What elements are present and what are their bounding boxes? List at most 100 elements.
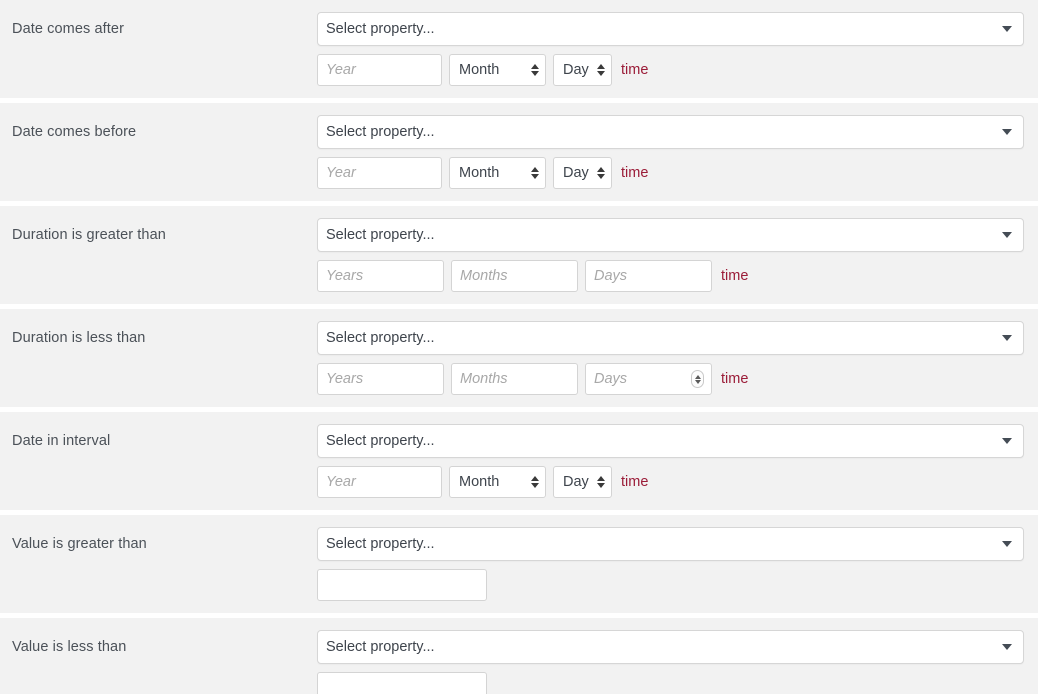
property-select-value-is-greater-than[interactable]: Select property... (317, 527, 1024, 561)
month-select-date-comes-after[interactable]: Month (449, 54, 546, 86)
months-input-duration-is-less-than[interactable]: Months (451, 363, 578, 395)
day-select-date-in-interval[interactable]: Day (553, 466, 612, 498)
number-stepper-icon[interactable] (691, 370, 704, 388)
rule-fields-date-comes-after: Year Month Day time (317, 54, 1038, 86)
rule-label-value-is-less-than: Value is less than (12, 639, 127, 655)
rule-label-duration-is-less-than: Duration is less than (12, 330, 146, 346)
caret-down-icon (597, 174, 605, 179)
property-select-duration-is-greater-than[interactable]: Select property... (317, 218, 1024, 252)
spinner-arrows-icon (531, 64, 539, 76)
rule-fields-date-in-interval: Year Month Day time (317, 466, 1038, 498)
chevron-down-icon (1002, 438, 1012, 444)
rule-controls-date-comes-before: Select property... Year Month Day time (317, 103, 1038, 201)
months-input-duration-is-greater-than[interactable]: Months (451, 260, 578, 292)
filter-rule-row-date-comes-after: Date comes after Select property... Year Mo… (0, 0, 1038, 98)
property-select-placeholder: Select property... (326, 639, 435, 655)
day-select-date-comes-before[interactable]: Day (553, 157, 612, 189)
property-select-placeholder: Select property... (326, 227, 435, 243)
rule-fields-date-comes-before: Year Month Day time (317, 157, 1038, 189)
caret-up-icon (597, 64, 605, 69)
property-select-date-in-interval[interactable]: Select property... (317, 424, 1024, 458)
month-select-date-in-interval[interactable]: Month (449, 466, 546, 498)
spinner-arrows-icon (531, 476, 539, 488)
stepper-up-icon (694, 374, 701, 379)
years-input-placeholder: Years (326, 371, 364, 387)
years-input-placeholder: Years (326, 268, 364, 284)
year-input-date-comes-after[interactable]: Year (317, 54, 442, 86)
month-select-value: Month (459, 165, 500, 181)
time-toggle-link-date-in-interval[interactable]: time (621, 473, 648, 491)
days-input-placeholder: Days (594, 371, 628, 387)
days-input-duration-is-greater-than[interactable]: Days (585, 260, 712, 292)
month-select-value: Month (459, 474, 500, 490)
day-select-value: Day (563, 62, 589, 78)
rule-fields-duration-is-greater-than: Years Months Days time (317, 260, 1038, 292)
rule-controls-duration-is-less-than: Select property... Years Months Days time (317, 309, 1038, 407)
value-input-value-is-greater-than[interactable] (317, 569, 487, 601)
property-select-value-is-less-than[interactable]: Select property... (317, 630, 1024, 664)
rule-label-date-comes-before: Date comes before (12, 124, 137, 140)
filter-rule-row-duration-is-less-than: Duration is less than Select property... Y… (0, 309, 1038, 407)
rule-fields-duration-is-less-than: Years Months Days time (317, 363, 1038, 395)
caret-down-icon (531, 483, 539, 488)
caret-down-icon (531, 174, 539, 179)
day-select-date-comes-after[interactable]: Day (553, 54, 612, 86)
rule-label-date-comes-after: Date comes after (12, 21, 125, 37)
property-select-placeholder: Select property... (326, 124, 435, 140)
caret-down-icon (597, 71, 605, 76)
year-input-placeholder: Year (326, 165, 356, 181)
year-input-date-comes-before[interactable]: Year (317, 157, 442, 189)
days-input-duration-is-less-than[interactable]: Days (585, 363, 712, 395)
property-select-placeholder: Select property... (326, 433, 435, 449)
property-select-date-comes-after[interactable]: Select property... (317, 12, 1024, 46)
filter-rule-row-date-comes-before: Date comes before Select property... Year M… (0, 103, 1038, 201)
caret-up-icon (531, 167, 539, 172)
spinner-arrows-icon (531, 167, 539, 179)
years-input-duration-is-less-than[interactable]: Years (317, 363, 444, 395)
rule-controls-duration-is-greater-than: Select property... Years Months Days time (317, 206, 1038, 304)
year-input-placeholder: Year (326, 474, 356, 490)
filter-rules-list: Date comes after Select property... Year Mo… (0, 0, 1038, 694)
property-select-duration-is-less-than[interactable]: Select property... (317, 321, 1024, 355)
day-select-value: Day (563, 474, 589, 490)
chevron-down-icon (1002, 26, 1012, 32)
rule-controls-date-in-interval: Select property... Year Month Day time (317, 412, 1038, 510)
chevron-down-icon (1002, 541, 1012, 547)
rule-label-date-in-interval: Date in interval (12, 433, 111, 449)
spinner-arrows-icon (597, 167, 605, 179)
stepper-down-icon (694, 379, 701, 384)
rule-fields-value-is-greater-than (317, 569, 1038, 601)
rule-label-value-is-greater-than: Value is greater than (12, 536, 147, 552)
filter-rule-row-date-in-interval: Date in interval Select property... Year Mo… (0, 412, 1038, 510)
property-select-date-comes-before[interactable]: Select property... (317, 115, 1024, 149)
time-toggle-link-duration-is-greater-than[interactable]: time (721, 267, 748, 285)
caret-up-icon (597, 167, 605, 172)
time-toggle-link-date-comes-before[interactable]: time (621, 164, 648, 182)
caret-up-icon (531, 64, 539, 69)
filter-rule-row-value-is-less-than: Value is less than Select property... (0, 618, 1038, 694)
value-input-value-is-less-than[interactable] (317, 672, 487, 694)
year-input-date-in-interval[interactable]: Year (317, 466, 442, 498)
chevron-down-icon (1002, 644, 1012, 650)
spinner-arrows-icon (597, 476, 605, 488)
time-toggle-link-duration-is-less-than[interactable]: time (721, 370, 748, 388)
caret-down-icon (531, 71, 539, 76)
days-input-placeholder: Days (594, 268, 628, 284)
filter-rule-row-value-is-greater-than: Value is greater than Select property... (0, 515, 1038, 613)
caret-up-icon (597, 476, 605, 481)
day-select-value: Day (563, 165, 589, 181)
chevron-down-icon (1002, 335, 1012, 341)
month-select-date-comes-before[interactable]: Month (449, 157, 546, 189)
property-select-placeholder: Select property... (326, 21, 435, 37)
rule-fields-value-is-less-than (317, 672, 1038, 694)
year-input-placeholder: Year (326, 62, 356, 78)
property-select-placeholder: Select property... (326, 330, 435, 346)
month-select-value: Month (459, 62, 500, 78)
months-input-placeholder: Months (460, 268, 508, 284)
filter-rules-panel: Date comes after Select property... Year Mo… (0, 0, 1038, 694)
caret-up-icon (531, 476, 539, 481)
months-input-placeholder: Months (460, 371, 508, 387)
years-input-duration-is-greater-than[interactable]: Years (317, 260, 444, 292)
time-toggle-link-date-comes-after[interactable]: time (621, 61, 648, 79)
spinner-arrows-icon (597, 64, 605, 76)
